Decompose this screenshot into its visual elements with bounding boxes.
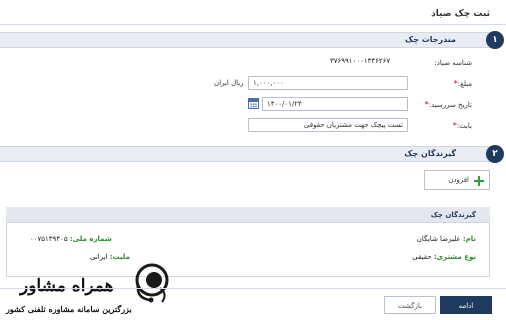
recipient-customer-type: نوع مشتری: حقیقی	[412, 253, 476, 261]
headset-logo	[135, 263, 169, 303]
section-title: مندرجات چک	[405, 35, 456, 44]
add-recipient-button[interactable]: افزودن	[424, 170, 490, 190]
section-header-recipients: گیرندگان چک	[0, 146, 490, 162]
recipient-nationality: ملیت: ایرانی	[90, 253, 130, 261]
recipient-name: نام: علیرضا شایگان	[416, 235, 476, 243]
title-divider	[0, 24, 506, 25]
add-button-label: افزودن	[448, 176, 469, 184]
continue-button[interactable]: ادامه	[440, 296, 492, 314]
reason-input[interactable]	[248, 118, 408, 132]
amount-currency: ریال ایران	[214, 79, 244, 87]
section-title: گیرندگان چک	[404, 149, 456, 158]
amount-input[interactable]	[248, 76, 408, 90]
recipients-panel-header	[6, 207, 490, 223]
calendar-icon[interactable]	[248, 98, 259, 109]
amount-label: مبلغ:*	[453, 79, 472, 88]
step-badge-2: ۲	[486, 145, 504, 163]
recipients-panel-title: گیرندگان چک	[430, 211, 476, 219]
sayad-id-value: ۳۷۶۹۹۱۰۰۰۱۳۴۶۲۶۷	[330, 57, 391, 65]
step-badge-1: ۱	[486, 31, 504, 49]
due-date-label: تاریخ سررسید:*	[424, 100, 472, 109]
footer-divider	[0, 288, 506, 289]
sayad-id-label: شناسه صیاد:	[434, 59, 472, 67]
section-header-cheque-details: مندرجات چک	[0, 32, 490, 48]
back-button[interactable]: بازگشت	[384, 296, 436, 314]
recipient-national-id: شماره ملی: ۰۰۷۵۱۳۹۴۰۵	[30, 235, 112, 243]
plus-icon	[474, 176, 484, 186]
page-title: ثبت چک صیاد	[431, 9, 490, 19]
watermark-brand: همراه مشاور	[20, 276, 114, 296]
due-date-input[interactable]	[262, 97, 408, 111]
reason-label: بابت:*	[452, 121, 472, 130]
watermark-tagline: بزرگترین سامانه مشاوره تلفنی کشور	[6, 304, 132, 314]
